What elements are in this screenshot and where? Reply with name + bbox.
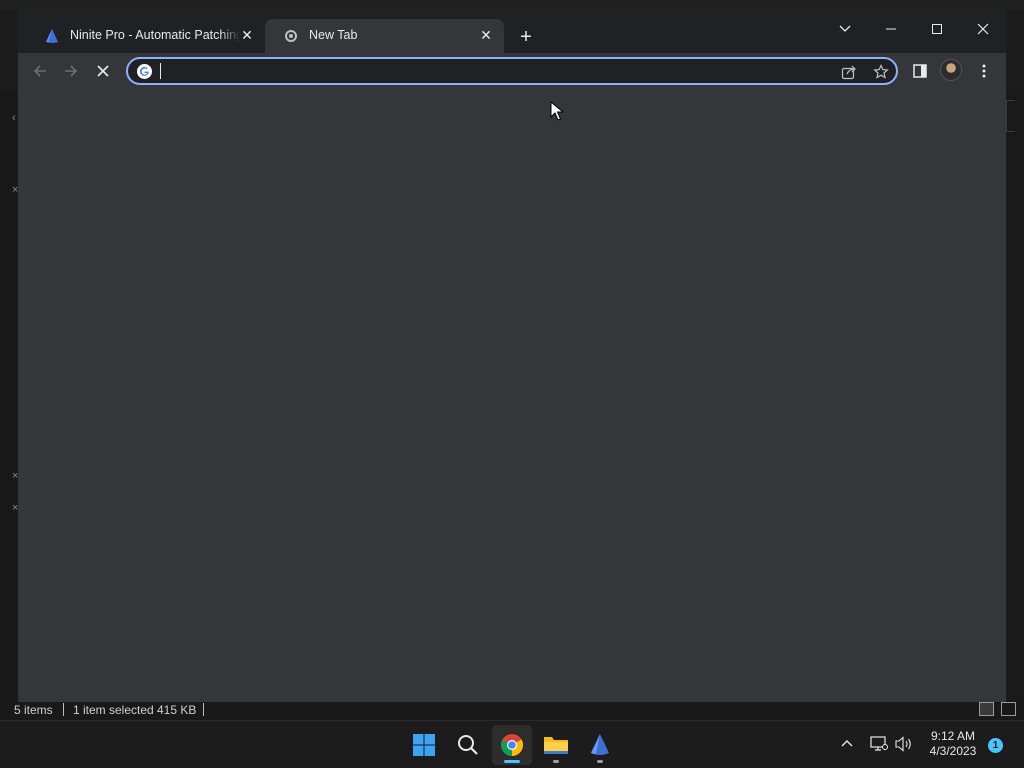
clock-time: 9:12 AM bbox=[930, 729, 976, 743]
profile-avatar[interactable] bbox=[940, 59, 962, 81]
tab-title: Ninite Pro - Automatic Patching bbox=[70, 28, 240, 42]
network-icon[interactable] bbox=[870, 736, 888, 752]
more-vertical-icon bbox=[982, 64, 986, 78]
arrow-left-icon bbox=[33, 65, 46, 77]
expand-chevron-icon[interactable]: ‹ bbox=[12, 112, 16, 124]
close-icon bbox=[977, 23, 989, 35]
close-icon bbox=[97, 65, 109, 77]
chevron-down-icon bbox=[839, 25, 851, 32]
stop-loading-button[interactable] bbox=[90, 58, 116, 84]
address-input[interactable] bbox=[160, 62, 800, 80]
close-tab-icon[interactable]: ✕ bbox=[239, 27, 255, 43]
new-tab-button[interactable]: + bbox=[514, 25, 538, 49]
back-button[interactable] bbox=[27, 58, 53, 84]
mouse-cursor-icon bbox=[550, 101, 564, 121]
google-icon bbox=[137, 64, 152, 79]
ninite-icon bbox=[46, 29, 58, 43]
windows-logo-icon bbox=[413, 734, 435, 756]
explorer-details-pane bbox=[1006, 90, 1024, 700]
minimize-icon bbox=[886, 28, 896, 30]
text-caret bbox=[160, 63, 161, 79]
status-item-count: 5 items bbox=[14, 703, 53, 717]
share-icon[interactable] bbox=[841, 64, 857, 80]
page-content[interactable] bbox=[18, 89, 1006, 702]
chrome-newtab-icon bbox=[285, 30, 297, 42]
chrome-menu-button[interactable] bbox=[971, 58, 997, 84]
address-bar[interactable] bbox=[126, 57, 898, 85]
status-size: 415 KB bbox=[157, 703, 197, 717]
tab-search-button[interactable] bbox=[829, 15, 861, 43]
maximize-icon bbox=[932, 24, 942, 34]
arrow-right-icon bbox=[65, 65, 78, 77]
tab-title: New Tab bbox=[309, 28, 358, 42]
tab-new-tab[interactable]: New Tab ✕ bbox=[265, 19, 504, 53]
tab-strip: Ninite Pro - Automatic Patching ✕ New Ta… bbox=[18, 10, 1006, 53]
running-app-indicator bbox=[597, 760, 603, 763]
close-tab-icon[interactable]: ✕ bbox=[478, 27, 494, 43]
start-button[interactable] bbox=[404, 725, 444, 765]
side-panel-icon bbox=[913, 64, 927, 78]
clock-date: 4/3/2023 bbox=[929, 744, 977, 758]
maximize-button[interactable] bbox=[921, 15, 953, 43]
minimize-button[interactable] bbox=[875, 15, 907, 43]
browser-toolbar bbox=[18, 53, 1006, 89]
status-separator bbox=[203, 703, 204, 716]
status-separator bbox=[63, 703, 64, 716]
taskbar: 9:12 AM 4/3/2023 1 bbox=[0, 720, 1024, 768]
chevron-up-icon[interactable] bbox=[841, 739, 853, 749]
explorer-nav-pane: ‹ × × × bbox=[0, 90, 18, 700]
ninite-app[interactable] bbox=[580, 725, 620, 765]
ninite-icon bbox=[591, 734, 609, 755]
forward-button[interactable] bbox=[58, 58, 84, 84]
file-explorer-app[interactable] bbox=[536, 725, 576, 765]
details-view-button[interactable] bbox=[979, 702, 994, 716]
explorer-search-box[interactable] bbox=[1006, 100, 1015, 132]
side-panel-button[interactable] bbox=[907, 58, 933, 84]
search-button[interactable] bbox=[448, 725, 488, 765]
bookmark-star-icon[interactable] bbox=[873, 64, 889, 80]
system-clock[interactable]: 9:12 AM 4/3/2023 bbox=[920, 729, 986, 759]
chrome-icon bbox=[501, 734, 523, 756]
close-window-button[interactable] bbox=[967, 15, 999, 43]
chrome-app[interactable] bbox=[492, 725, 532, 765]
tab-ninite[interactable]: Ninite Pro - Automatic Patching ✕ bbox=[26, 19, 265, 53]
notification-badge[interactable]: 1 bbox=[988, 738, 1003, 753]
active-app-indicator bbox=[504, 760, 520, 763]
explorer-title-bar bbox=[0, 0, 1024, 10]
large-icons-view-button[interactable] bbox=[1001, 702, 1016, 716]
volume-icon[interactable] bbox=[895, 736, 913, 752]
running-app-indicator bbox=[553, 760, 559, 763]
chrome-window: Ninite Pro - Automatic Patching ✕ New Ta… bbox=[18, 10, 1006, 702]
search-icon bbox=[458, 735, 478, 755]
folder-icon bbox=[544, 737, 568, 754]
status-selection: 1 item selected bbox=[73, 703, 154, 717]
explorer-status-bar: 5 items 1 item selected 415 KB bbox=[0, 700, 1024, 720]
